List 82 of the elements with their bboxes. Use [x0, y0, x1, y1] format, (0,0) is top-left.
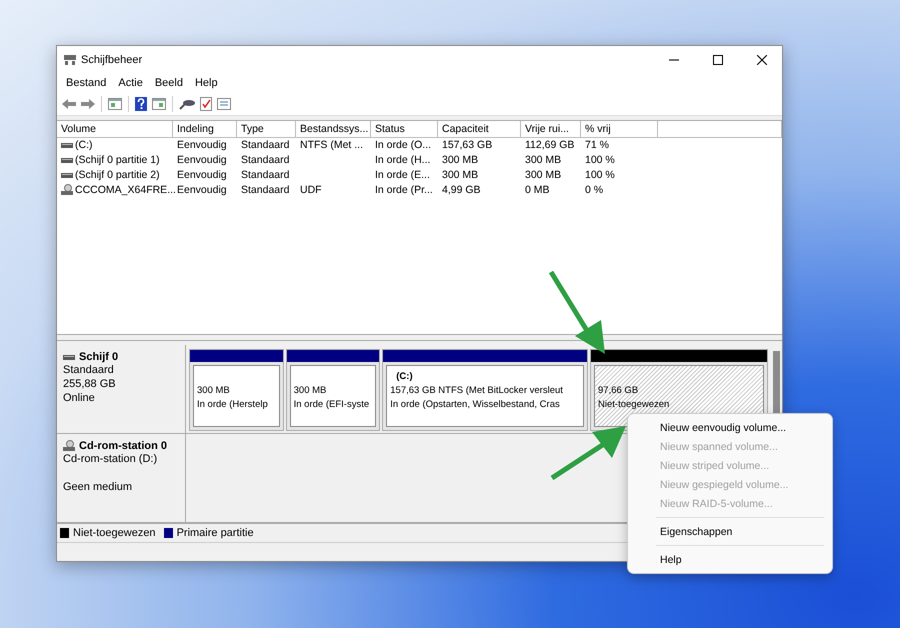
table-cell-text: NTFS (Met ... — [299, 138, 364, 153]
help-icon[interactable] — [134, 96, 148, 112]
menu-item[interactable]: Bestand — [60, 74, 112, 91]
table-cell-text: UDF — [299, 182, 323, 198]
drive-icon — [63, 353, 75, 362]
table-cell-text: Eenvoudig — [176, 138, 228, 153]
partition-block[interactable]: 300 MB In orde (Herstelp — [189, 349, 284, 432]
partition-status: In orde (Opstarten, Wisselbestand, Cras — [390, 398, 560, 412]
disk-name: Schijf 0 — [79, 351, 118, 364]
column-header[interactable]: Type — [237, 120, 296, 138]
back-button[interactable] — [61, 96, 77, 111]
column-header[interactable]: Capaciteit — [438, 120, 521, 138]
disk-management-icon — [63, 54, 77, 66]
table-cell-text: 71 % — [584, 138, 610, 153]
maximize-icon — [713, 54, 723, 64]
table-cell-text: 100 % — [584, 152, 616, 168]
table-cell-text: 4,99 GB — [441, 182, 482, 198]
table-cell-text: Eenvoudig — [176, 168, 228, 183]
partition-size: 157,63 GB NTFS (Met BitLocker versleut — [390, 384, 563, 398]
table-cell-text: 300 MB — [524, 152, 562, 168]
partition-block[interactable]: (C:) 157,63 GB NTFS (Met BitLocker versleut In orde (Opstarten, Wisselbestand, Cras — [382, 349, 588, 432]
drive-icon — [61, 141, 73, 150]
disk-detail: Standaard — [63, 363, 115, 378]
table-cell-text: In orde (E... — [374, 168, 431, 183]
menu-item[interactable]: Actie — [112, 74, 149, 91]
partition-title: (C:) — [395, 370, 413, 384]
table-cell-text: 300 MB — [441, 168, 480, 183]
partition-status: Niet-toegewezen — [598, 398, 670, 412]
column-header[interactable]: Indeling — [173, 120, 237, 138]
table-cell-text: Eenvoudig — [176, 182, 228, 198]
checklist-icon[interactable] — [199, 96, 213, 112]
partition-block[interactable]: 300 MB In orde (EFI-syste — [286, 349, 380, 432]
table-cell-text: 300 MB — [441, 152, 480, 168]
cd-drive-icon — [61, 184, 73, 196]
column-header[interactable]: Vrije rui... — [521, 120, 581, 138]
partition-size: 300 MB — [197, 384, 230, 398]
column-header[interactable]: Status — [371, 120, 438, 138]
console-tree-icon[interactable] — [107, 96, 123, 111]
table-cell-text: 0 MB — [524, 182, 551, 198]
panel-icon[interactable] — [151, 96, 167, 111]
partition-status: In orde (Herstelp — [197, 398, 268, 412]
properties-icon[interactable] — [216, 96, 232, 111]
menu-item[interactable]: Beeld — [148, 74, 189, 91]
table-cell-text: 100 % — [584, 168, 616, 183]
disk-detail: Cd-rom-station (D:) — [63, 452, 158, 466]
column-header[interactable]: Bestandssys... — [296, 120, 371, 138]
drive-icon — [61, 171, 73, 180]
partition-size: 97,66 GB — [598, 384, 638, 398]
table-cell-text: 0 % — [584, 182, 604, 198]
close-icon — [757, 54, 767, 64]
volume-row-label[interactable]: (C:) — [57, 138, 173, 153]
menu-option[interactable]: Help — [628, 550, 832, 569]
cd-drive-icon — [63, 440, 75, 452]
drive-icon — [61, 156, 73, 164]
partition-size: 300 MB — [294, 384, 326, 398]
table-cell-text: Standaard — [240, 152, 290, 168]
window-title: Schijfbeheer — [81, 54, 144, 66]
partition-status: In orde (EFI-syste — [294, 398, 370, 412]
disk-detail: Geen medium — [63, 480, 134, 494]
menu-item[interactable]: Help — [188, 74, 224, 91]
table-cell-text: In orde (Pr... — [374, 182, 434, 198]
menu-option[interactable]: Eigenschappen — [628, 522, 832, 541]
volume-row-label[interactable]: (Schijf 0 partitie 1) — [57, 152, 173, 168]
legend-label: Primaire partitie — [176, 527, 254, 540]
forward-button[interactable] — [80, 96, 96, 111]
table-cell-text: Standaard — [240, 182, 290, 198]
disk-detail: Online — [63, 391, 96, 406]
volume-row-label[interactable]: (Schijf 0 partitie 2) — [57, 168, 173, 183]
disk-detail: 255,88 GB — [63, 377, 117, 392]
table-cell-text: In orde (H... — [374, 152, 432, 168]
legend-label: Niet-toegewezen — [73, 527, 156, 540]
table-cell-text: Eenvoudig — [176, 152, 228, 168]
column-header[interactable]: Volume — [57, 120, 173, 138]
table-cell-text: 112,69 GB — [524, 138, 576, 153]
disk-name: Cd-rom-station 0 — [79, 440, 167, 452]
table-cell-text: 157,63 GB — [441, 138, 494, 153]
table-cell-text: In orde (O... — [374, 138, 432, 153]
table-cell-text: Standaard — [240, 138, 290, 153]
column-header[interactable]: % vrij — [581, 120, 658, 138]
table-cell-text: 300 MB — [524, 168, 562, 183]
table-cell-text: Standaard — [240, 168, 290, 183]
volume-row-label[interactable]: CCCOMA_X64FRE... — [57, 182, 173, 198]
